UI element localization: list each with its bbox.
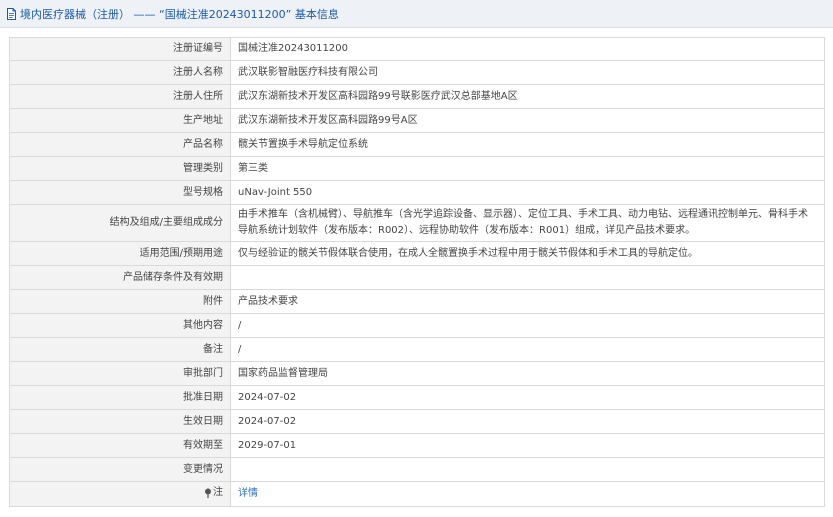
field-value: 2024-07-02 <box>230 409 825 434</box>
field-value: 第三类 <box>230 156 825 181</box>
field-value: 髋关节置换手术导航定位系统 <box>230 132 825 157</box>
row-production-address: 生产地址 武汉东湖新技术开发区高科园路99号A区 <box>9 108 825 133</box>
row-management-category: 管理类别 第三类 <box>9 156 825 181</box>
field-label: 型号规格 <box>9 180 231 205</box>
field-value: 2024-07-02 <box>230 385 825 410</box>
row-approval-department: 审批部门 国家药品监督管理局 <box>9 361 825 386</box>
row-structure-composition: 结构及组成/主要组成成分 由手术推车（含机械臂）、导航推车（含光学追踪设备、显示… <box>9 204 825 242</box>
row-valid-until: 有效期至 2029-07-01 <box>9 433 825 458</box>
note-label-text: 注 <box>213 486 223 498</box>
row-approval-date: 批准日期 2024-07-02 <box>9 385 825 410</box>
field-label: 适用范围/预期用途 <box>9 241 231 266</box>
row-other-content: 其他内容 / <box>9 313 825 338</box>
field-label: 结构及组成/主要组成成分 <box>9 204 231 242</box>
field-value: / <box>230 313 825 338</box>
field-value <box>230 265 825 290</box>
field-value: 由手术推车（含机械臂）、导航推车（含光学追踪设备、显示器）、定位工具、手术工具、… <box>230 204 825 242</box>
row-intended-use: 适用范围/预期用途 仅与经验证的髋关节假体联合使用，在成人全髋置换手术过程中用于… <box>9 241 825 266</box>
field-label: 产品储存条件及有效期 <box>9 265 231 290</box>
field-label: 注册人名称 <box>9 60 231 85</box>
row-change-history: 变更情况 <box>9 457 825 482</box>
field-value: 产品技术要求 <box>230 289 825 314</box>
field-value: uNav-Joint 550 <box>230 180 825 205</box>
field-value: 武汉联影智融医疗科技有限公司 <box>230 60 825 85</box>
page-header: 境内医疗器械（注册） —— “国械注准20243011200” 基本信息 <box>0 0 833 28</box>
row-effective-date: 生效日期 2024-07-02 <box>9 409 825 434</box>
field-label: 附件 <box>9 289 231 314</box>
field-label: 变更情况 <box>9 457 231 482</box>
row-storage-conditions: 产品储存条件及有效期 <box>9 265 825 290</box>
row-registration-number: 注册证编号 国械注准20243011200 <box>9 37 825 61</box>
field-label: 生产地址 <box>9 108 231 133</box>
field-label: 注册人住所 <box>9 84 231 109</box>
field-value: 国家药品监督管理局 <box>230 361 825 386</box>
field-value: 2029-07-01 <box>230 433 825 458</box>
field-value: 武汉东湖新技术开发区高科园路99号A区 <box>230 108 825 133</box>
field-value: / <box>230 337 825 362</box>
field-label: 有效期至 <box>9 433 231 458</box>
field-label: 审批部门 <box>9 361 231 386</box>
field-value: 国械注准20243011200 <box>230 37 825 61</box>
field-label: 备注 <box>9 337 231 362</box>
field-label: 生效日期 <box>9 409 231 434</box>
pin-icon <box>204 488 212 498</box>
registration-detail-table: 注册证编号 国械注准20243011200 注册人名称 武汉联影智融医疗科技有限… <box>9 37 825 507</box>
row-model-spec: 型号规格 uNav-Joint 550 <box>9 180 825 205</box>
field-label: 产品名称 <box>9 132 231 157</box>
field-value: 武汉东湖新技术开发区高科园路99号联影医疗武汉总部基地A区 <box>230 84 825 109</box>
row-product-name: 产品名称 髋关节置换手术导航定位系统 <box>9 132 825 157</box>
field-value: 仅与经验证的髋关节假体联合使用，在成人全髋置换手术过程中用于髋关节假体和手术工具… <box>230 241 825 266</box>
field-value <box>230 457 825 482</box>
field-label: 注册证编号 <box>9 37 231 61</box>
row-remarks: 备注 / <box>9 337 825 362</box>
row-registrant-address: 注册人住所 武汉东湖新技术开发区高科园路99号联影医疗武汉总部基地A区 <box>9 84 825 109</box>
row-attachment: 附件 产品技术要求 <box>9 289 825 314</box>
field-label: 管理类别 <box>9 156 231 181</box>
page-title: 境内医疗器械（注册） —— “国械注准20243011200” 基本信息 <box>20 7 339 21</box>
document-icon <box>6 7 17 20</box>
row-note: 注 详情 <box>9 481 825 507</box>
field-label: 批准日期 <box>9 385 231 410</box>
details-link[interactable]: 详情 <box>238 488 258 499</box>
note-value-cell: 详情 <box>230 481 825 507</box>
note-label-cell: 注 <box>9 481 231 507</box>
note-label: 注 <box>204 485 223 501</box>
row-registrant-name: 注册人名称 武汉联影智融医疗科技有限公司 <box>9 60 825 85</box>
field-label: 其他内容 <box>9 313 231 338</box>
